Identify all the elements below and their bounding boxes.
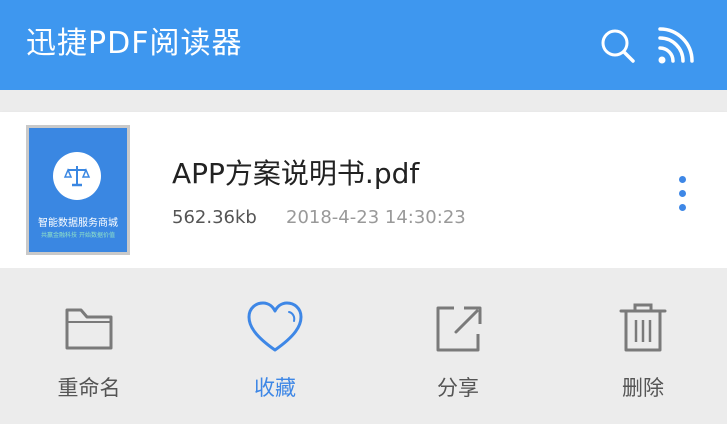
cast-icon[interactable] bbox=[655, 26, 695, 66]
thumbnail-title: 智能数据服务商城 bbox=[38, 218, 118, 229]
app-bar: 迅捷PDF阅读器 bbox=[0, 0, 727, 90]
delete-button[interactable]: 删除 bbox=[583, 300, 703, 410]
share-label: 分享 bbox=[437, 376, 479, 400]
separator bbox=[0, 90, 727, 112]
more-dot-icon bbox=[679, 190, 686, 197]
file-size: 562.36kb bbox=[172, 207, 257, 228]
app-title: 迅捷PDF阅读器 bbox=[26, 26, 243, 61]
file-date: 2018-4-23 14:30:23 bbox=[286, 207, 466, 228]
search-icon[interactable] bbox=[598, 26, 638, 66]
rename-label: 重命名 bbox=[57, 376, 121, 400]
file-card[interactable]: 智能数据服务商城 共赢金融科技 开始数据价值 APP方案说明书.pdf 562.… bbox=[0, 112, 727, 268]
folder-icon bbox=[65, 308, 113, 350]
more-dot-icon bbox=[679, 204, 686, 211]
pdf-thumbnail[interactable]: 智能数据服务商城 共赢金融科技 开始数据价值 bbox=[26, 125, 130, 255]
thumbnail-page: 智能数据服务商城 共赢金融科技 开始数据价值 bbox=[29, 128, 127, 252]
rename-button[interactable]: 重命名 bbox=[29, 300, 149, 410]
favorite-button[interactable]: 收藏 bbox=[215, 300, 335, 410]
more-options-button[interactable] bbox=[664, 170, 700, 216]
action-bar: 重命名 收藏 分享 删除 bbox=[0, 268, 727, 424]
share-button[interactable]: 分享 bbox=[398, 300, 518, 410]
scales-icon bbox=[63, 166, 91, 187]
favorite-label: 收藏 bbox=[254, 376, 296, 400]
trash-icon bbox=[619, 303, 667, 352]
file-name: APP方案说明书.pdf bbox=[172, 157, 420, 190]
thumbnail-logo bbox=[53, 152, 101, 200]
delete-label: 删除 bbox=[622, 376, 664, 400]
share-icon bbox=[436, 306, 482, 352]
more-dot-icon bbox=[679, 176, 686, 183]
thumbnail-subtitle: 共赢金融科技 开始数据价值 bbox=[41, 232, 115, 239]
heart-icon bbox=[247, 301, 303, 352]
